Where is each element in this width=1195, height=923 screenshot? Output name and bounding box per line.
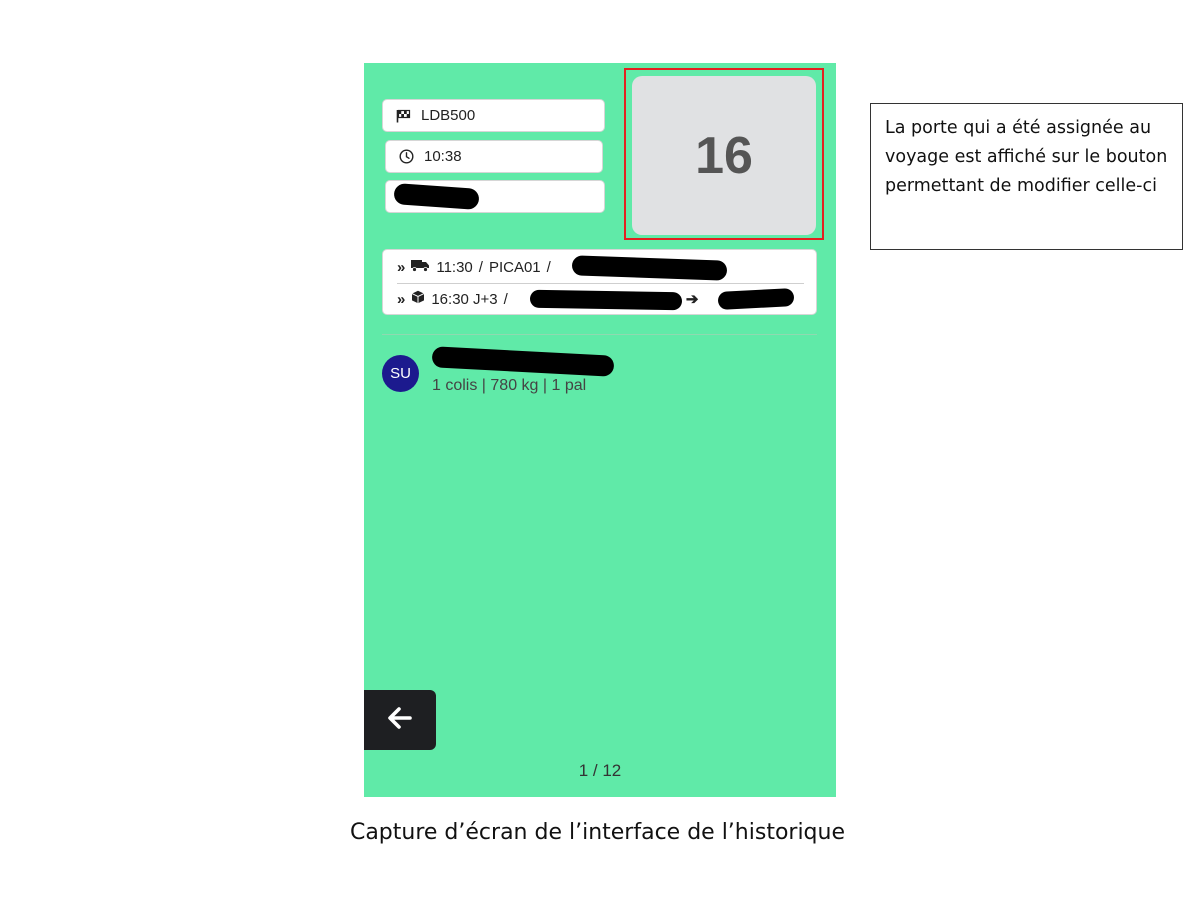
back-button[interactable] <box>364 690 436 750</box>
page-indicator: 1 / 12 <box>578 761 622 780</box>
gate-button[interactable]: 16 <box>632 76 816 235</box>
trip-code-field: LDB500 <box>382 99 605 132</box>
trip-code: LDB500 <box>421 107 476 124</box>
arrow-right-icon: ➔ <box>685 291 699 308</box>
route-separator: / <box>546 258 551 276</box>
app-screen: LDB500 10:38 16 » 11:30 / PICA01 / » 16:… <box>364 63 836 797</box>
annotation-note: La porte qui a été assignée au voyage es… <box>870 103 1183 250</box>
route-time: 16:30 J+3 <box>431 290 498 308</box>
flag-checkered-icon <box>395 108 411 124</box>
gate-highlight: 16 <box>624 68 824 240</box>
redaction-mark <box>529 289 683 311</box>
double-chevron-right-icon: » <box>397 258 406 276</box>
truck-icon <box>411 259 430 276</box>
client-avatar: SU <box>382 355 419 392</box>
route-separator: / <box>478 258 483 276</box>
route-code: PICA01 <box>488 258 541 276</box>
figure-caption: Capture d’écran de l’interface de l’hist… <box>349 820 846 845</box>
client-details: 1 colis | 780 kg | 1 pal <box>432 377 587 394</box>
time-value: 10:38 <box>424 148 462 165</box>
route-time: 11:30 <box>436 258 473 276</box>
double-chevron-right-icon: » <box>397 290 406 308</box>
box-icon <box>411 290 425 308</box>
clock-icon <box>398 149 414 165</box>
time-field: 10:38 <box>385 140 603 173</box>
section-divider <box>382 334 817 335</box>
arrow-left-icon <box>388 707 412 733</box>
route-separator: / <box>503 290 508 308</box>
